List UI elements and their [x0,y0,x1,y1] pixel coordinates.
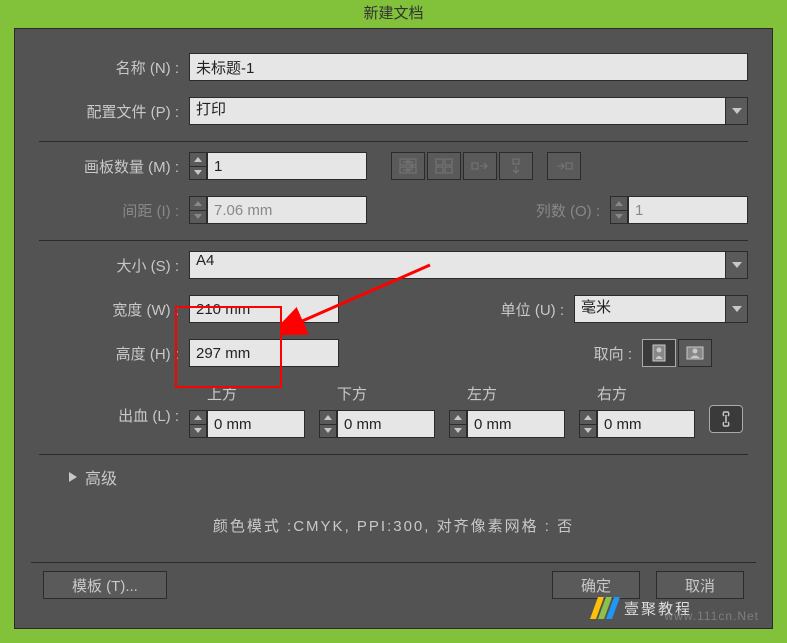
layout-single-icon[interactable] [547,152,581,180]
bleed-left-label: 左方 [449,383,565,404]
width-input[interactable] [189,295,339,323]
chevron-down-icon[interactable] [726,97,748,125]
size-label: 大小 (S) : [39,255,189,276]
bleed-bottom-input[interactable] [337,410,435,438]
bleed-right-spinner[interactable] [579,410,597,438]
bleed-top-label: 上方 [189,383,305,404]
height-row: 高度 (H) : 取向 : [39,339,748,367]
bleed-row: 出血 (L) : 上方 下方 [39,383,748,438]
artboards-input[interactable] [207,152,367,180]
columns-label: 列数 (O) : [536,200,610,221]
dialog-body: 名称 (N) : 配置文件 (P) : 打印 画板数量 (M) : [14,28,773,629]
name-input[interactable] [189,53,748,81]
layout-col-icon[interactable] [499,152,533,180]
chevron-down-icon[interactable] [726,295,748,323]
link-bleed-icon[interactable] [709,405,743,433]
chevron-down-icon[interactable] [726,251,748,279]
size-row: 大小 (S) : A4 [39,251,748,279]
height-input[interactable] [189,339,339,367]
bleed-right-input[interactable] [597,410,695,438]
height-label: 高度 (H) : [39,343,189,364]
profile-dropdown[interactable]: 打印 [189,97,748,125]
profile-label: 配置文件 (P) : [39,101,189,122]
bleed-bottom-label: 下方 [319,383,435,404]
artboards-label: 画板数量 (M) : [39,156,189,177]
spacing-spinner[interactable] [189,196,207,224]
profile-row: 配置文件 (P) : 打印 [39,97,748,125]
bleed-right-label: 右方 [579,383,695,404]
name-label: 名称 (N) : [39,57,189,78]
dialog-title: 新建文档 [0,0,787,28]
spacing-row: 间距 (I) : 列数 (O) : [39,196,748,224]
bleed-label: 出血 (L) : [39,405,189,426]
size-dropdown[interactable]: A4 [189,251,748,279]
spacing-label: 间距 (I) : [39,200,189,221]
bleed-left-input[interactable] [467,410,565,438]
orientation-label: 取向 : [594,343,642,364]
layout-grid-icon[interactable] [391,152,425,180]
template-button[interactable]: 模板 (T)... [43,571,167,599]
columns-spinner[interactable] [610,196,628,224]
units-label: 单位 (U) : [501,299,574,320]
width-label: 宽度 (W) : [39,299,189,320]
name-row: 名称 (N) : [39,53,748,81]
layout-row-icon[interactable] [463,152,497,180]
advanced-toggle[interactable]: 高级 [39,465,748,489]
color-mode-info: 颜色模式 :CMYK, PPI:300, 对齐像素网格 : 否 [39,507,748,554]
artboards-row: 画板数量 (M) : [39,152,748,180]
width-row: 宽度 (W) : 单位 (U) : 毫米 [39,295,748,323]
columns-input[interactable] [628,196,748,224]
ok-button[interactable]: 确定 [552,571,640,599]
units-dropdown[interactable]: 毫米 [574,295,748,323]
bleed-bottom-spinner[interactable] [319,410,337,438]
cancel-button[interactable]: 取消 [656,571,744,599]
bleed-left-spinner[interactable] [449,410,467,438]
spacing-input[interactable] [207,196,367,224]
bleed-top-input[interactable] [207,410,305,438]
bleed-top-spinner[interactable] [189,410,207,438]
portrait-icon[interactable] [642,339,676,367]
watermark-url: www.111cn.Net [664,609,759,623]
landscape-icon[interactable] [678,339,712,367]
layout-grid2-icon[interactable] [427,152,461,180]
artboards-spinner[interactable] [189,152,207,180]
